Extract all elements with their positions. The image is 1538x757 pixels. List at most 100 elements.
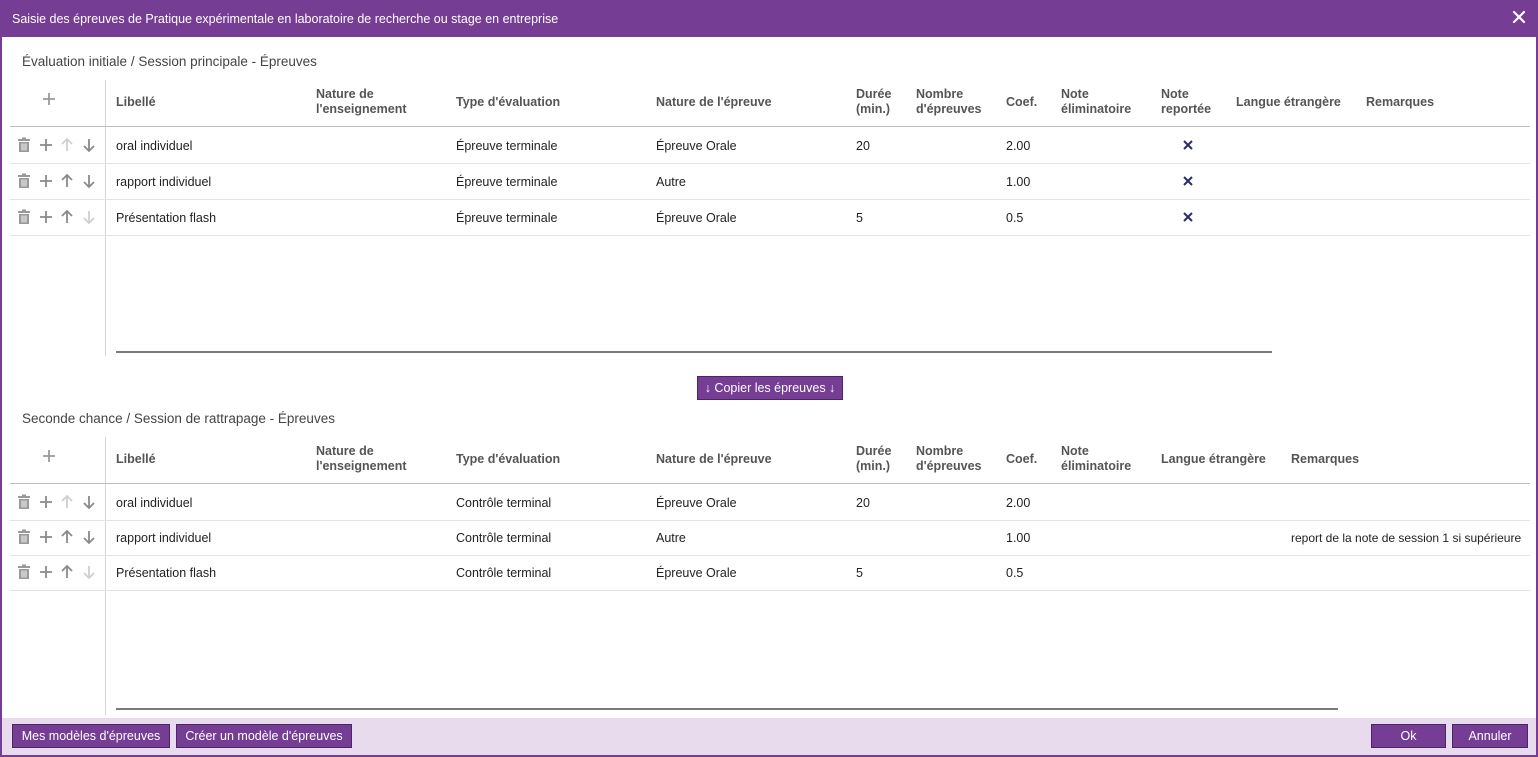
header-type-evaluation[interactable]: Type d'évaluation	[456, 95, 560, 110]
header-note-eliminatoire[interactable]: Note éliminatoire	[1061, 444, 1131, 474]
cell-libelle[interactable]: rapport individuel	[116, 175, 211, 189]
header-nombre-epreuves[interactable]: Nombre d'épreuves	[916, 87, 982, 117]
cell-nature-epreuve[interactable]: Épreuve Orale	[656, 496, 737, 510]
header-duree[interactable]: Durée (min.)	[856, 444, 891, 474]
header-langue-etrangere[interactable]: Langue étrangère	[1161, 452, 1266, 467]
table-row[interactable]: oral individuel Épreuve terminale Épreuv…	[10, 128, 1530, 164]
trash-icon[interactable]	[16, 494, 32, 510]
header-coef[interactable]: Coef.	[1006, 452, 1037, 467]
cell-libelle[interactable]: oral individuel	[116, 139, 192, 153]
cell-coef[interactable]: 0.5	[1006, 566, 1023, 580]
cell-type-evaluation[interactable]: Épreuve terminale	[456, 175, 557, 189]
mes-modeles-button[interactable]: Mes modèles d'épreuves	[12, 724, 170, 748]
arrow-down-icon[interactable]	[81, 137, 97, 153]
arrow-down-icon[interactable]	[81, 494, 97, 510]
header-libelle[interactable]: Libellé	[116, 95, 156, 110]
cell-libelle[interactable]: Présentation flash	[116, 211, 216, 225]
cell-coef[interactable]: 2.00	[1006, 139, 1030, 153]
trash-icon[interactable]	[16, 564, 32, 580]
cell-libelle[interactable]: oral individuel	[116, 496, 192, 510]
header-nature-epreuve[interactable]: Nature de l'épreuve	[656, 95, 772, 110]
horizontal-scrollbar[interactable]	[116, 351, 1272, 353]
cell-libelle[interactable]: Présentation flash	[116, 566, 216, 580]
x-mark-icon[interactable]	[1182, 211, 1194, 223]
plus-icon[interactable]	[40, 447, 58, 465]
table-row[interactable]: oral individuel Contrôle terminal Épreuv…	[10, 485, 1530, 521]
cell-type-evaluation[interactable]: Épreuve terminale	[456, 211, 557, 225]
header-langue-etrangere[interactable]: Langue étrangère	[1236, 95, 1341, 110]
cell-duree[interactable]: 5	[856, 566, 863, 580]
header-coef[interactable]: Coef.	[1006, 95, 1037, 110]
header-remarques[interactable]: Remarques	[1366, 95, 1434, 110]
cell-duree[interactable]: 5	[856, 211, 863, 225]
cell-nature-epreuve[interactable]: Autre	[656, 175, 686, 189]
arrow-up-icon[interactable]	[59, 564, 75, 580]
cell-coef[interactable]: 0.5	[1006, 211, 1023, 225]
header-note-eliminatoire[interactable]: Note éliminatoire	[1061, 87, 1131, 117]
header-libelle[interactable]: Libellé	[116, 452, 156, 467]
trash-icon[interactable]	[16, 173, 32, 189]
arrow-up-icon[interactable]	[59, 529, 75, 545]
table-row[interactable]: rapport individuel Contrôle terminal Aut…	[10, 520, 1530, 556]
header-nature-enseignement[interactable]: Nature de l'enseignement	[316, 444, 407, 474]
cell-duree[interactable]: 20	[856, 496, 870, 510]
dialog-window: Saisie des épreuves de Pratique expérime…	[0, 0, 1538, 757]
cell-nature-epreuve[interactable]: Autre	[656, 531, 686, 545]
cell-coef[interactable]: 1.00	[1006, 531, 1030, 545]
arrow-up-icon[interactable]	[59, 137, 75, 153]
plus-icon[interactable]	[38, 173, 54, 189]
plus-icon[interactable]	[38, 137, 54, 153]
arrow-down-icon[interactable]	[81, 173, 97, 189]
cell-coef[interactable]: 2.00	[1006, 496, 1030, 510]
trash-icon[interactable]	[16, 137, 32, 153]
table-row[interactable]: Présentation flash Contrôle terminal Épr…	[10, 555, 1530, 591]
plus-icon[interactable]	[40, 90, 58, 108]
cell-remarques[interactable]: report de la note de session 1 si supéri…	[1291, 531, 1521, 545]
plus-icon[interactable]	[38, 529, 54, 545]
arrow-up-icon[interactable]	[59, 494, 75, 510]
grid-header: Libellé Nature de l'enseignement Type d'é…	[10, 80, 1530, 127]
cell-duree[interactable]: 20	[856, 139, 870, 153]
section-title-initial: Évaluation initiale / Session principale…	[22, 54, 317, 69]
cell-nature-epreuve[interactable]: Épreuve Orale	[656, 211, 737, 225]
plus-icon[interactable]	[38, 494, 54, 510]
arrow-down-icon[interactable]	[81, 529, 97, 545]
x-mark-icon[interactable]	[1182, 139, 1194, 151]
trash-icon[interactable]	[16, 529, 32, 545]
dialog-footer: Mes modèles d'épreuves Créer un modèle d…	[2, 718, 1536, 755]
ok-button[interactable]: Ok	[1371, 724, 1446, 748]
cell-nature-epreuve[interactable]: Épreuve Orale	[656, 566, 737, 580]
grid-header: Libellé Nature de l'enseignement Type d'é…	[10, 437, 1530, 484]
cell-type-evaluation[interactable]: Contrôle terminal	[456, 566, 551, 580]
cell-type-evaluation[interactable]: Contrôle terminal	[456, 496, 551, 510]
header-remarques[interactable]: Remarques	[1291, 452, 1359, 467]
cell-coef[interactable]: 1.00	[1006, 175, 1030, 189]
table-row[interactable]: Présentation flash Épreuve terminale Épr…	[10, 200, 1530, 236]
arrow-up-icon[interactable]	[59, 173, 75, 189]
trash-icon[interactable]	[16, 209, 32, 225]
header-duree[interactable]: Durée (min.)	[856, 87, 891, 117]
epreuves-grid-initial: Libellé Nature de l'enseignement Type d'é…	[10, 80, 1530, 360]
cell-type-evaluation[interactable]: Épreuve terminale	[456, 139, 557, 153]
plus-icon[interactable]	[38, 209, 54, 225]
table-row[interactable]: rapport individuel Épreuve terminale Aut…	[10, 164, 1530, 200]
horizontal-scrollbar[interactable]	[116, 708, 1338, 710]
header-nature-epreuve[interactable]: Nature de l'épreuve	[656, 452, 772, 467]
header-type-evaluation[interactable]: Type d'évaluation	[456, 452, 560, 467]
cell-type-evaluation[interactable]: Contrôle terminal	[456, 531, 551, 545]
creer-modele-button[interactable]: Créer un modèle d'épreuves	[176, 724, 352, 748]
cell-nature-epreuve[interactable]: Épreuve Orale	[656, 139, 737, 153]
copy-epreuves-button[interactable]: ↓ Copier les épreuves ↓	[697, 376, 843, 400]
plus-icon[interactable]	[38, 564, 54, 580]
annuler-button[interactable]: Annuler	[1452, 724, 1528, 748]
arrow-up-icon[interactable]	[59, 209, 75, 225]
arrow-down-icon[interactable]	[81, 209, 97, 225]
header-note-reportee[interactable]: Note reportée	[1161, 87, 1211, 117]
cell-libelle[interactable]: rapport individuel	[116, 531, 211, 545]
header-nature-enseignement[interactable]: Nature de l'enseignement	[316, 87, 407, 117]
close-icon[interactable]	[1510, 8, 1528, 26]
x-mark-icon[interactable]	[1182, 175, 1194, 187]
header-nombre-epreuves[interactable]: Nombre d'épreuves	[916, 444, 982, 474]
dialog-title: Saisie des épreuves de Pratique expérime…	[12, 12, 559, 26]
arrow-down-icon[interactable]	[81, 564, 97, 580]
